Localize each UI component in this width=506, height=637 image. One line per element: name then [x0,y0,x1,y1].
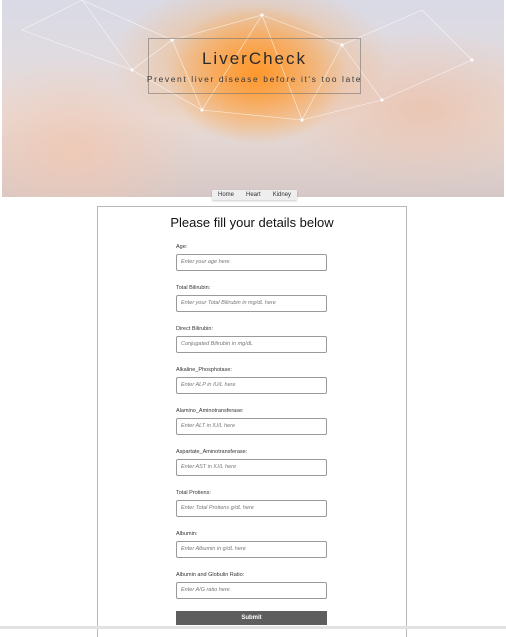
submit-button[interactable]: Submit [176,611,327,625]
total-bilirubin-label: Total Bilirubin: [176,285,211,291]
direct-bilirubin-label: Direct Bilirubin: [176,326,213,332]
hero-subtitle: Prevent liver disease before it's too la… [146,74,363,84]
alamino-aminotransferase-field-group: Alamino_Aminotransferase: Enter ALT in I… [176,407,327,435]
nav-kidney-link[interactable]: Kidney [267,190,297,200]
age-label: Age: [176,244,188,250]
hero-title: LiverCheck [201,49,308,68]
nav-home-link[interactable]: Home [212,190,240,200]
direct-bilirubin-input[interactable]: Conjugated Bilirubin in mg/dL [176,336,327,353]
form-card: Please fill your details below Age: Ente… [97,206,407,637]
nav-heart-link[interactable]: Heart [240,190,267,200]
total-protiens-input[interactable]: Enter Total Protiens g/dL here [176,500,327,517]
albumin-label: Albumin: [176,531,198,537]
alamino-aminotransferase-label: Alamino_Aminotransferase: [176,408,244,414]
aspartate-aminotransferase-input[interactable]: Enter AST in IU/L here [176,459,327,476]
aspartate-aminotransferase-label: Aspartate_Aminotransferase: [176,449,248,455]
albumin-field-group: Albumin: Enter Albumin in g/dL here [176,530,327,558]
ag-ratio-label: Albumin and Globulin Ratio: [176,572,245,578]
total-bilirubin-field-group: Total Bilirubin: Enter your Total Biliru… [176,284,327,312]
ag-ratio-input[interactable]: Enter A/G ratio here [176,582,327,599]
aspartate-aminotransferase-field-group: Aspartate_Aminotransferase: Enter AST in… [176,448,327,476]
hero-title-box: LiverCheck Prevent liver disease before … [147,38,361,94]
total-protiens-field-group: Total Protiens: Enter Total Protiens g/d… [176,489,327,517]
alamino-aminotransferase-input[interactable]: Enter ALT in IU/L here [176,418,327,435]
hero-banner: LiverCheck Prevent liver disease before … [2,0,504,197]
ag-ratio-field-group: Albumin and Globulin Ratio: Enter A/G ra… [176,571,327,599]
age-input[interactable]: Enter your age here [176,254,327,271]
alkaline-phosphotase-input[interactable]: Enter ALP in IU/L here [176,377,327,394]
form-heading: Please fill your details below [170,215,334,230]
age-field-group: Age: Enter your age here [176,243,327,271]
albumin-input[interactable]: Enter Albumin in g/dL here [176,541,327,558]
hero-network-graphic [21,0,474,122]
nav-bar: Home Heart Kidney [212,190,298,200]
alkaline-phosphotase-field-group: Alkaline_Phosphotase: Enter ALP in IU/L … [176,366,327,394]
direct-bilirubin-field-group: Direct Bilirubin: Conjugated Bilirubin i… [176,325,327,353]
alkaline-phosphotase-label: Alkaline_Phosphotase: [176,367,232,373]
total-protiens-label: Total Protiens: [176,490,211,496]
total-bilirubin-input[interactable]: Enter your Total Bilirubin in mg/dL here [176,295,327,312]
